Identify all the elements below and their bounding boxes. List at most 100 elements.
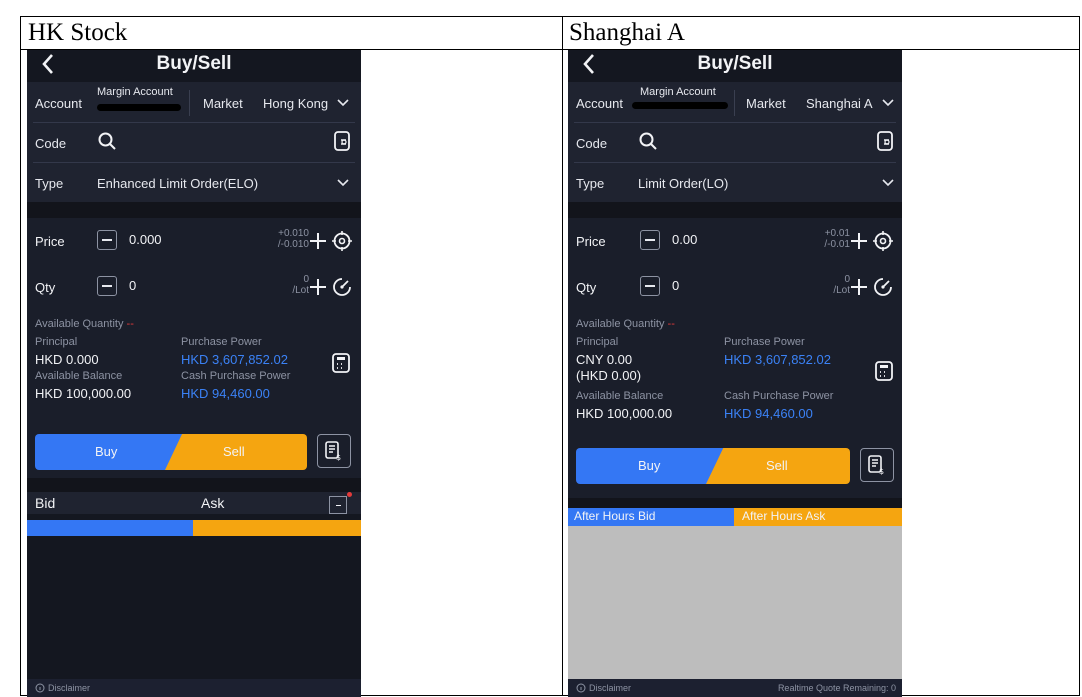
disclaimer-link[interactable]: Disclaimer [589, 683, 631, 693]
available-balance-label: Available Balance [35, 370, 123, 382]
bid-label: Bid [35, 495, 56, 511]
order-type-value[interactable]: Limit Order(LO) [638, 176, 728, 191]
ask-label: Ask [201, 495, 225, 511]
gauge-icon[interactable] [331, 276, 353, 298]
account-value[interactable]: Margin Account [640, 86, 716, 98]
price-step-up: +0.01 [824, 228, 850, 239]
order-ledger-button[interactable]: $ [317, 434, 351, 468]
available-balance-label: Available Balance [576, 390, 664, 402]
disclaimer-link[interactable]: Disclaimer [48, 683, 90, 693]
order-form: Account Margin Account Market Shanghai A… [568, 82, 902, 202]
qty-minus-button[interactable] [97, 276, 117, 296]
code-row[interactable]: Code [27, 122, 361, 162]
price-minus-button[interactable] [97, 230, 117, 250]
chevron-down-icon[interactable] [882, 98, 894, 108]
trade-panel: Price 0.000 +0.010 /-0.010 Qty 0 0 /Lot … [27, 218, 361, 478]
available-quantity-text: Available Quantity [35, 318, 124, 330]
account-value[interactable]: Margin Account [97, 86, 173, 98]
shanghai-a-trade-screen: Buy/Sell Account Margin Account Market S… [568, 50, 902, 697]
hk-stock-trade-screen: Buy/Sell Account Margin Account Market H… [27, 50, 361, 697]
purchase-power-value: HKD 3,607,852.02 [724, 352, 831, 367]
notification-dot [347, 492, 352, 497]
account-row[interactable]: Account Margin Account Market Hong Kong [27, 82, 361, 122]
cash-purchase-power-value: HKD 94,460.00 [181, 386, 270, 401]
chevron-down-icon[interactable] [337, 178, 349, 188]
qty-input[interactable]: 0 [672, 278, 679, 293]
price-plus-button[interactable] [309, 232, 327, 250]
price-label: Price [35, 234, 65, 249]
price-input[interactable]: 0.00 [672, 232, 697, 247]
page-title: Buy/Sell [697, 53, 773, 74]
disclaimer-bar: Disclaimer [27, 679, 361, 697]
collapse-icon[interactable] [329, 496, 347, 514]
price-step: +0.010 /-0.010 [249, 228, 309, 250]
order-type-row[interactable]: Type Limit Order(LO) [568, 162, 902, 202]
buy-button-label: Buy [95, 444, 118, 459]
svg-text:$: $ [336, 453, 341, 461]
qty-minus-button[interactable] [640, 276, 660, 296]
redacted-account-number [97, 104, 181, 111]
price-step-down: /-0.010 [277, 239, 309, 250]
trade-panel: Price 0.00 +0.01 /-0.01 Qty 0 0 /Lot Ava… [568, 218, 902, 498]
price-step-up: +0.010 [278, 228, 309, 239]
after-hours-ask-label: After Hours Ask [742, 509, 826, 523]
order-type-value[interactable]: Enhanced Limit Order(ELO) [97, 176, 258, 191]
search-icon[interactable] [97, 131, 117, 151]
code-row[interactable]: Code [568, 122, 902, 162]
order-type-row[interactable]: Type Enhanced Limit Order(ELO) [27, 162, 361, 202]
bid-bar [27, 520, 193, 536]
qty-lot-unit: /Lot [292, 285, 309, 296]
market-value[interactable]: Hong Kong [263, 96, 328, 111]
nav-bar: Buy/Sell [27, 50, 361, 82]
qty-lot-count: 0 [303, 274, 309, 285]
cash-purchase-power-value: HKD 94,460.00 [724, 406, 813, 421]
account-row[interactable]: Account Margin Account Market Shanghai A [568, 82, 902, 122]
available-quantity-label: Available Quantity -- [35, 318, 134, 330]
type-label: Type [576, 176, 605, 191]
realtime-quote-remaining: Realtime Quote Remaining: 0 [777, 683, 896, 693]
price-input[interactable]: 0.000 [129, 232, 162, 247]
chevron-down-icon[interactable] [337, 98, 349, 108]
hk-stock-column-title: HK Stock [28, 19, 128, 46]
svg-text:$: $ [879, 467, 884, 475]
cash-purchase-power-label: Cash Purchase Power [181, 370, 291, 382]
search-icon[interactable] [638, 131, 658, 151]
qty-plus-button[interactable] [309, 278, 327, 296]
available-balance-value: HKD 100,000.00 [35, 386, 132, 401]
gauge-icon[interactable] [872, 276, 894, 298]
account-divider [189, 90, 190, 116]
purchase-power-label: Purchase Power [724, 336, 805, 348]
section-gap [27, 478, 361, 492]
order-ledger-button[interactable]: $ [860, 448, 894, 482]
target-icon[interactable] [872, 230, 894, 252]
qty-input[interactable]: 0 [129, 278, 136, 293]
calculator-icon[interactable] [874, 360, 894, 382]
nav-bar: Buy/Sell [568, 50, 902, 82]
market-label: Market [203, 96, 243, 111]
price-step-down: /-0.01 [824, 239, 850, 250]
code-label: Code [35, 136, 67, 151]
principal-value: HKD 0.000 [35, 352, 99, 367]
target-icon[interactable] [331, 230, 353, 252]
market-value[interactable]: Shanghai A [806, 96, 873, 111]
chevron-down-icon[interactable] [882, 178, 894, 188]
ledger-icon: $ [868, 455, 884, 475]
after-hours-bid-header: After Hours Bid [568, 508, 734, 526]
qty-lot: 0 /Lot [790, 274, 850, 296]
calculator-icon[interactable] [331, 352, 351, 374]
price-minus-button[interactable] [640, 230, 660, 250]
purchase-power-value: HKD 3,607,852.02 [181, 352, 288, 367]
collapse-dash [336, 505, 341, 506]
buy-button-label: Buy [638, 458, 661, 473]
purchase-power-label: Purchase Power [181, 336, 262, 348]
section-gap [568, 498, 902, 508]
stock-list-icon[interactable] [333, 130, 351, 152]
principal-value-hkd: (HKD 0.00) [576, 368, 642, 383]
sell-button-label: Sell [223, 444, 245, 459]
qty-plus-button[interactable] [850, 278, 868, 296]
price-plus-button[interactable] [850, 232, 868, 250]
stock-list-icon[interactable] [876, 130, 894, 152]
after-hours-quote-area [568, 526, 902, 679]
section-gap [27, 202, 361, 218]
info-icon [35, 683, 45, 693]
